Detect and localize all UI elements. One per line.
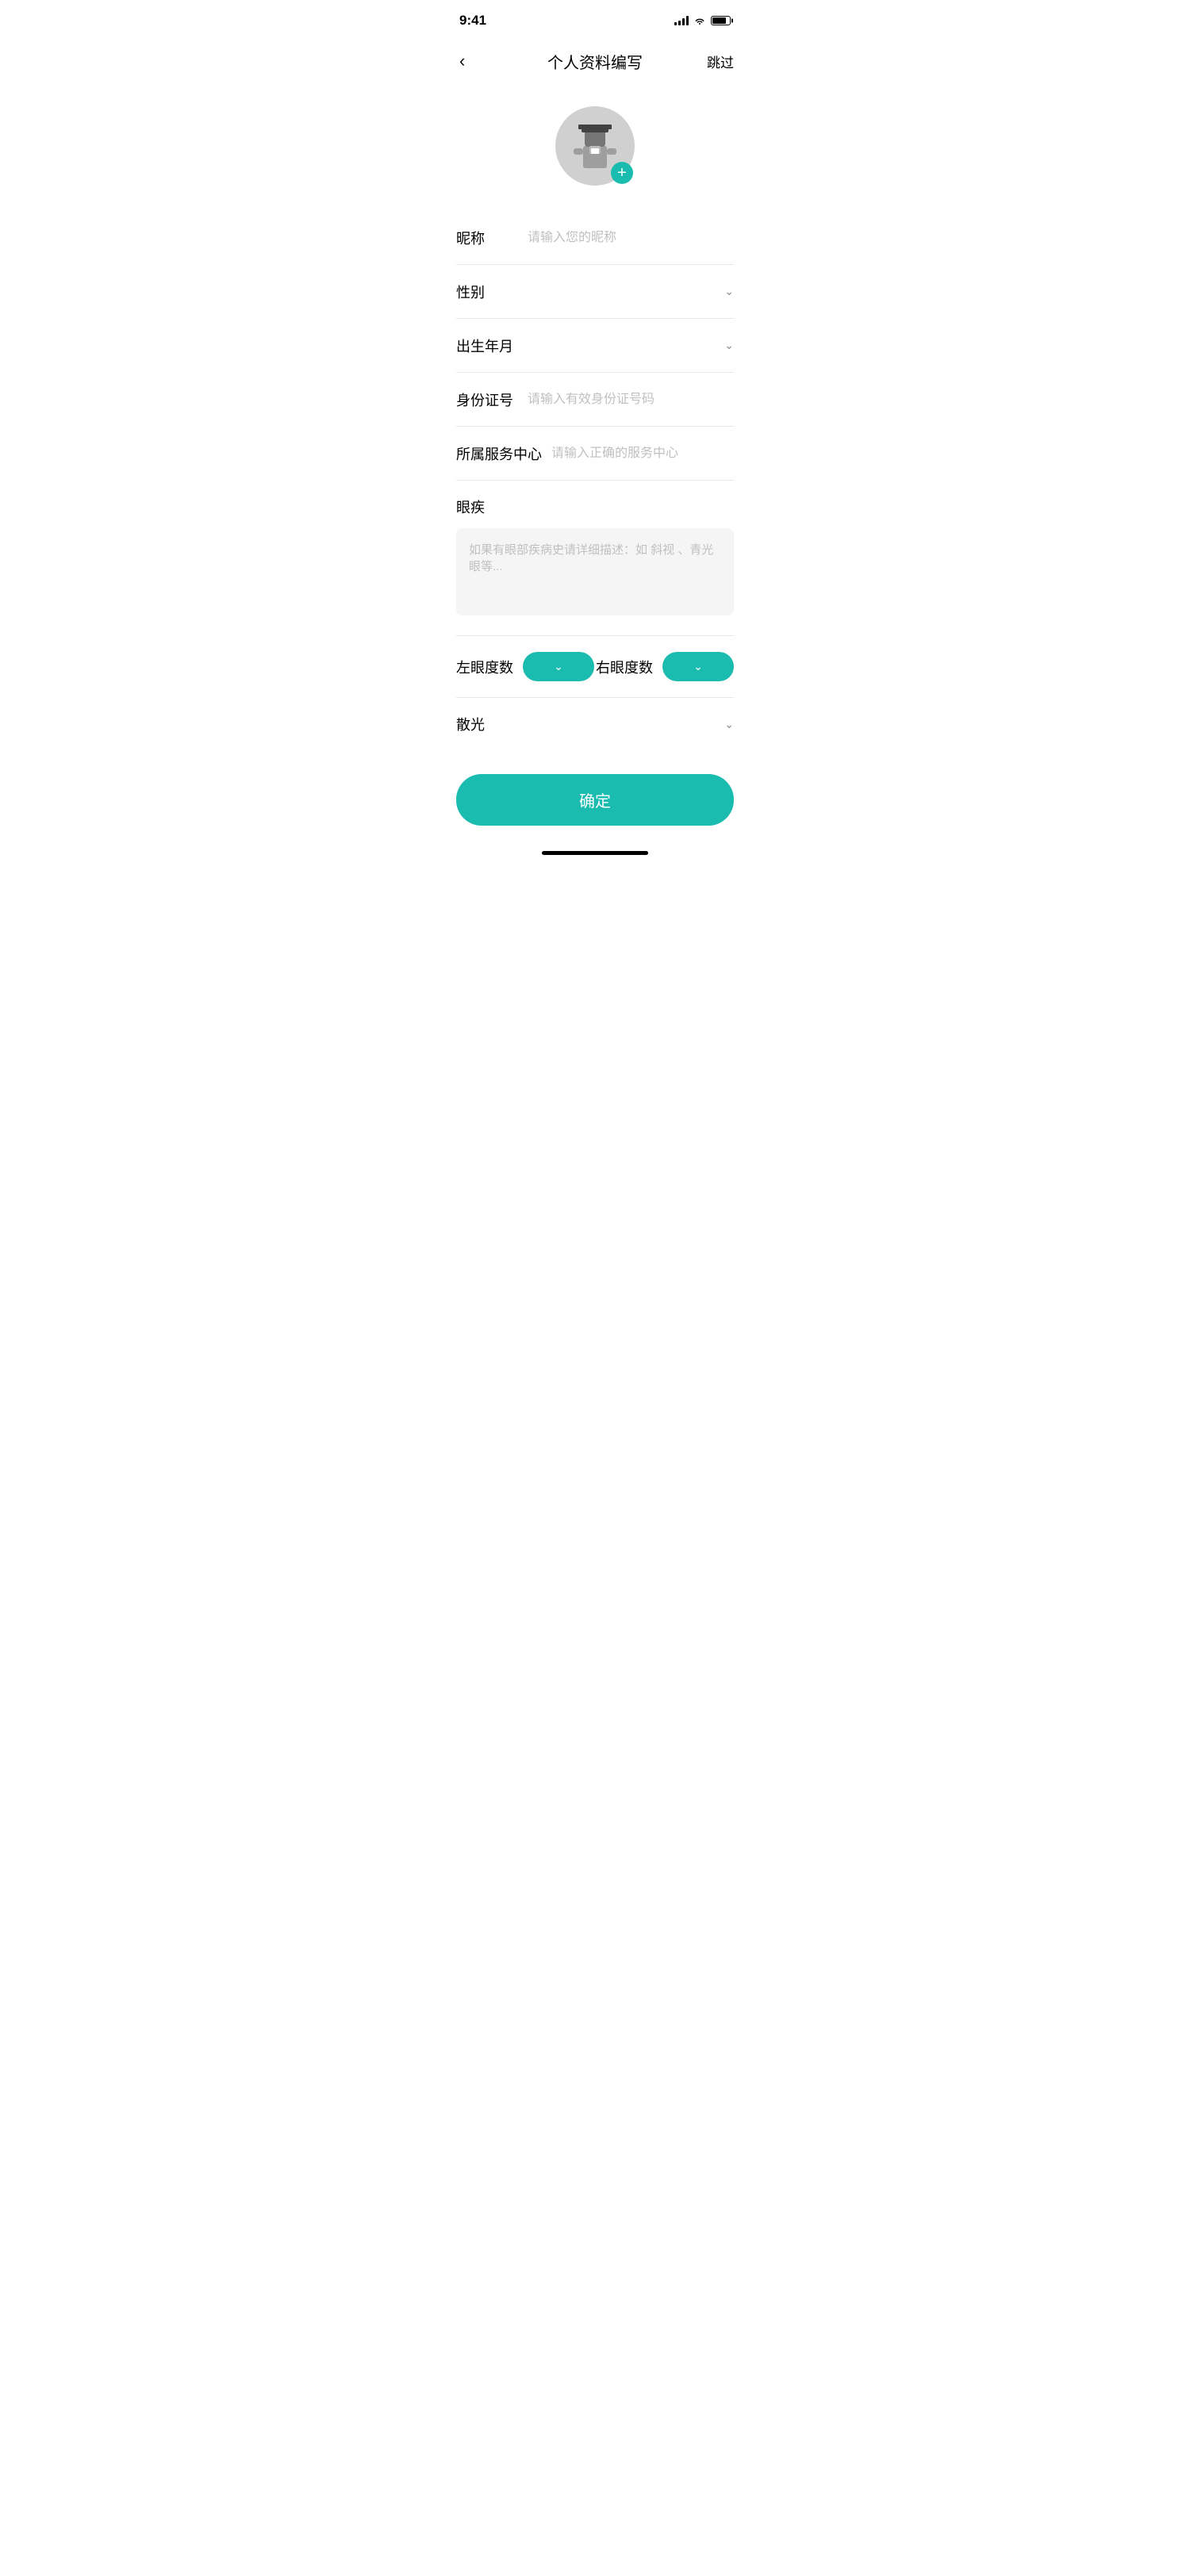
gender-field[interactable]: 性别 ⌄ — [456, 265, 734, 319]
left-eye-dropdown[interactable]: ⌄ — [523, 652, 594, 681]
left-eye-item: 左眼度数 ⌄ — [456, 652, 594, 681]
confirm-btn-wrapper: 确定 — [440, 750, 750, 841]
astigmatism-label: 散光 — [456, 714, 485, 734]
id-number-input[interactable] — [528, 393, 734, 407]
right-eye-label: 右眼度数 — [596, 657, 653, 677]
home-indicator — [440, 841, 750, 861]
nickname-label: 昵称 — [456, 228, 528, 248]
birth-month-dropdown[interactable]: ⌄ — [528, 339, 734, 352]
nickname-input[interactable] — [528, 231, 734, 245]
id-number-field: 身份证号 — [456, 373, 734, 427]
right-eye-chevron-icon: ⌄ — [693, 660, 703, 673]
eye-degree-row: 左眼度数 ⌄ 右眼度数 ⌄ — [456, 652, 734, 681]
right-eye-item: 右眼度数 ⌄ — [596, 652, 734, 681]
status-time: 9:41 — [459, 13, 486, 29]
avatar-section: + — [440, 87, 750, 211]
left-eye-label: 左眼度数 — [456, 657, 513, 677]
id-number-label: 身份证号 — [456, 389, 528, 410]
back-button[interactable]: ‹ — [456, 48, 468, 75]
page-title: 个人资料编写 — [547, 50, 643, 73]
astigmatism-chevron-icon: ⌄ — [724, 718, 734, 731]
gender-dropdown[interactable]: ⌄ — [528, 285, 734, 298]
birth-month-chevron-icon: ⌄ — [724, 339, 734, 352]
home-bar — [542, 851, 648, 855]
wifi-icon — [693, 16, 706, 25]
service-center-label: 所属服务中心 — [456, 443, 551, 464]
status-icons — [674, 16, 731, 25]
battery-icon — [711, 16, 731, 25]
left-eye-chevron-icon: ⌄ — [554, 660, 563, 673]
gender-chevron-icon: ⌄ — [724, 285, 734, 298]
signal-icon — [674, 16, 689, 25]
service-center-input[interactable] — [551, 447, 734, 461]
avatar-wrapper[interactable]: + — [555, 106, 635, 186]
eye-disease-section: 眼疾 — [456, 481, 734, 636]
nickname-field: 昵称 — [456, 211, 734, 265]
avatar-add-button[interactable]: + — [611, 162, 633, 184]
service-center-field: 所属服务中心 — [456, 427, 734, 481]
form-container: 昵称 性别 ⌄ 出生年月 ⌄ 身份证号 所属服务中心 眼疾 — [440, 211, 750, 750]
eye-degree-section: 左眼度数 ⌄ 右眼度数 ⌄ — [456, 636, 734, 698]
birth-month-label: 出生年月 — [456, 335, 528, 356]
astigmatism-section[interactable]: 散光 ⌄ — [456, 698, 734, 750]
right-eye-dropdown[interactable]: ⌄ — [662, 652, 734, 681]
gender-label: 性别 — [456, 282, 528, 302]
skip-button[interactable]: 跳过 — [707, 52, 734, 71]
eye-disease-label: 眼疾 — [456, 496, 734, 517]
confirm-button[interactable]: 确定 — [456, 774, 734, 826]
eye-disease-textarea[interactable] — [456, 528, 734, 615]
birth-month-field[interactable]: 出生年月 ⌄ — [456, 319, 734, 373]
status-bar: 9:41 — [440, 0, 750, 38]
nav-bar: ‹ 个人资料编写 跳过 — [440, 38, 750, 87]
